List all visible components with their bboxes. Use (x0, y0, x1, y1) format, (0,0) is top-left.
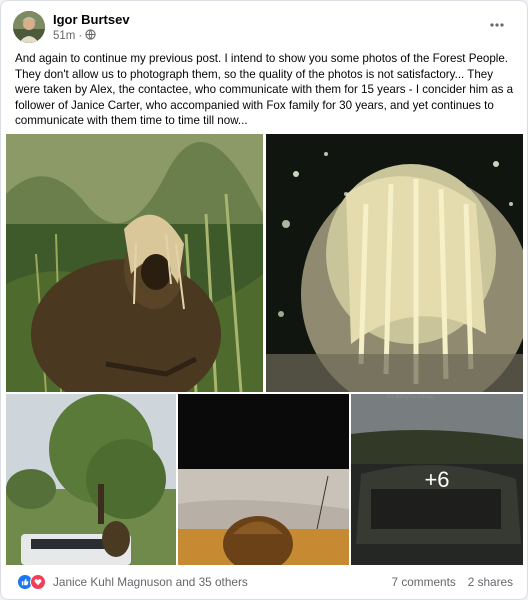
photo-1[interactable] (6, 134, 263, 392)
author-name[interactable]: Igor Burtsev (53, 12, 130, 27)
globe-icon (85, 29, 96, 43)
post-text: And again to continue my previous post. … (15, 52, 514, 127)
avatar[interactable] (13, 11, 45, 43)
more-horizontal-icon[interactable] (485, 13, 509, 37)
engagement-counts: 7 comments 2 shares (392, 575, 514, 589)
reaction-names[interactable]: Janice Kuhl Magnuson and 35 others (53, 575, 248, 589)
post-time[interactable]: 51m (53, 30, 75, 42)
post-card: Igor Burtsev 51m · And again to continue… (0, 0, 528, 600)
photo-5[interactable]: 42 минуты назад +6 (351, 394, 523, 565)
post-footer: Janice Kuhl Magnuson and 35 others 7 com… (13, 567, 515, 595)
post-meta: 51m · (53, 29, 96, 43)
love-icon (30, 574, 46, 590)
photo-4[interactable] (178, 394, 349, 565)
photo-2[interactable] (266, 134, 523, 392)
post-header: Igor Burtsev 51m · (13, 11, 515, 45)
reactions[interactable] (17, 574, 46, 590)
comments-count[interactable]: 7 comments (392, 575, 456, 589)
photo-3[interactable] (6, 394, 176, 565)
more-photos-count[interactable]: +6 (351, 394, 523, 565)
shares-count[interactable]: 2 shares (468, 575, 513, 589)
